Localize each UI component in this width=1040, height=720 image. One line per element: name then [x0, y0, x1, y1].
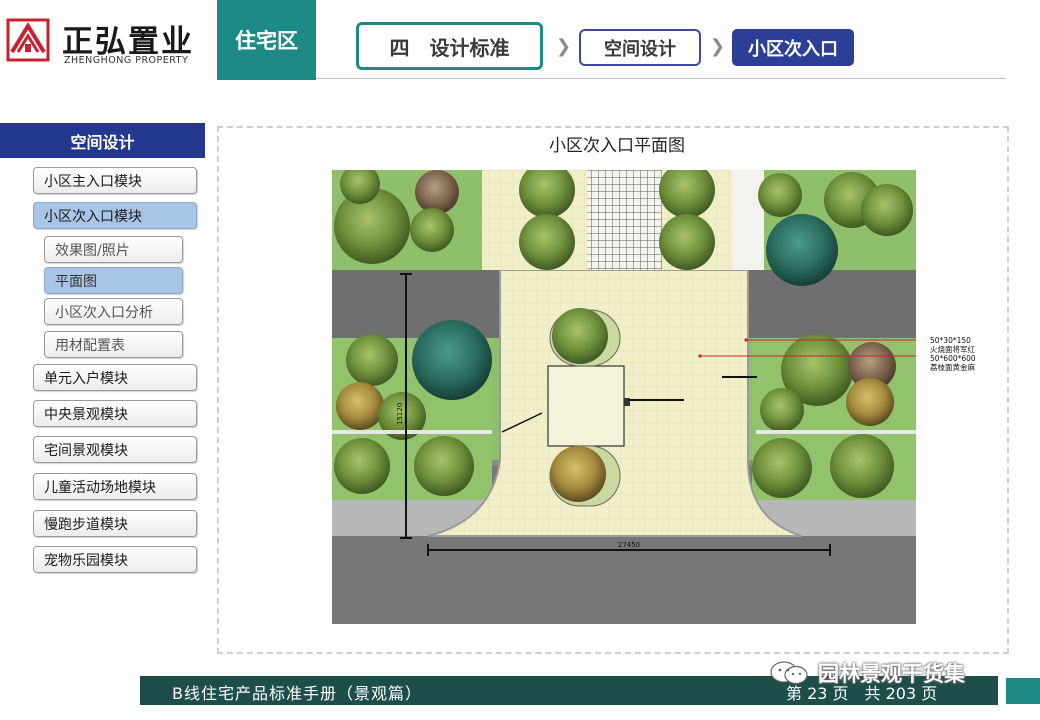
logo-mark-icon — [6, 18, 50, 62]
sidebar-item[interactable]: 小区次入口分析 — [44, 298, 183, 325]
watermark: 园林景观干货集 — [768, 658, 965, 688]
sidebar-item[interactable]: 宠物乐园模块 — [33, 546, 197, 573]
callout-line-1: 50*30*150 — [930, 336, 971, 345]
dimension-height: 15120 — [396, 403, 404, 425]
sidebar-item[interactable]: 宅间景观模块 — [33, 436, 197, 463]
chevron-right-icon: ❯ — [556, 36, 572, 57]
watermark-text: 园林景观干货集 — [818, 662, 965, 686]
material-callouts: 50*30*150 火烧面将军红 50*600*600 荔枝面黄金麻 — [930, 336, 976, 372]
plan-title: 小区次入口平面图 — [549, 136, 685, 156]
chevron-right-icon: ❯ — [710, 36, 726, 57]
breadcrumb-space-design[interactable]: 空间设计 — [579, 29, 701, 66]
zone-tab-residential[interactable]: 住宅区 — [217, 0, 316, 80]
breadcrumb-current[interactable]: 小区次入口 — [732, 29, 854, 66]
sidebar-item[interactable]: 效果图/照片 — [44, 236, 183, 263]
sidebar-item[interactable]: 儿童活动场地模块 — [33, 473, 197, 500]
sidebar-item[interactable]: 用材配置表 — [44, 331, 183, 358]
sidebar-item[interactable]: 单元入户模块 — [33, 364, 197, 391]
callout-line-4: 荔枝面黄金麻 — [930, 363, 975, 372]
sidebar-heading: 空间设计 — [0, 123, 205, 158]
wechat-icon — [770, 661, 808, 685]
sidebar-item[interactable]: 小区次入口模块 — [33, 202, 197, 229]
company-logo: 正弘置业 ZHENGHONG PROPERTY — [6, 14, 206, 70]
dimension-width: 27450 — [618, 541, 640, 549]
callout-line-3: 50*600*600 — [930, 354, 976, 363]
header-divider — [316, 78, 1006, 79]
logo-english-name: ZHENGHONG PROPERTY — [64, 55, 189, 66]
site-plan-drawing: 27450 15120 — [332, 170, 916, 624]
footer-title: B线住宅产品标准手册（景观篇） — [172, 684, 422, 703]
sidebar-item[interactable]: 慢跑步道模块 — [33, 510, 197, 537]
sidebar-item[interactable]: 中央景观模块 — [33, 400, 197, 427]
breadcrumb-section[interactable]: 四 设计标准 — [356, 22, 543, 70]
sidebar-item[interactable]: 平面图 — [44, 267, 183, 294]
footer-accent-block — [1006, 678, 1040, 704]
sidebar-item[interactable]: 小区主入口模块 — [33, 167, 197, 194]
callout-line-2: 火烧面将军红 — [930, 345, 975, 354]
